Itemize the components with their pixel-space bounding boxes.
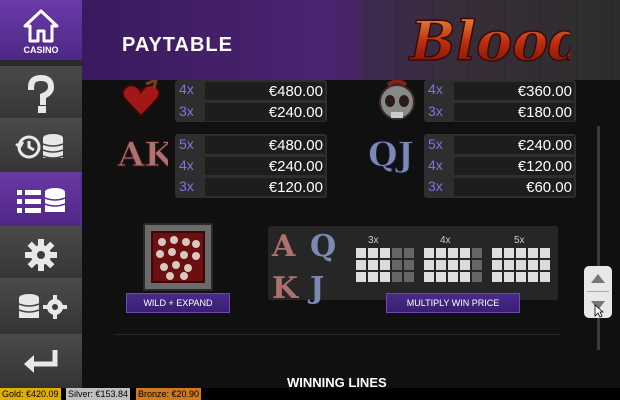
payout-amount: €480.00 [268, 137, 323, 154]
payout-amount: €240.00 [517, 137, 572, 154]
back-arrow-icon [24, 350, 58, 373]
wild-coffin-symbol-icon [143, 223, 213, 291]
payout-amount: €120.00 [268, 179, 323, 196]
multiply-win-price-label: MULTIPLY WIN PRICE [386, 293, 520, 313]
casino-label: CASINO [23, 45, 59, 55]
settings-button[interactable] [0, 226, 82, 285]
payout-amount: €240.00 [268, 158, 323, 175]
multiplier-label: 3x [428, 178, 443, 194]
letter-j: J [307, 271, 324, 304]
mouse-cursor-icon [594, 304, 604, 318]
aqkj-symbols-icon: A Q K J [271, 229, 336, 304]
multiplier-label: 5x [179, 136, 194, 152]
coins-gear-icon [18, 294, 67, 319]
heart-symbol-icon [121, 80, 161, 118]
grid-label-4x: 4x [440, 235, 451, 246]
grid-label-5x: 5x [514, 235, 525, 246]
qj-letters: QJ [368, 135, 414, 175]
paytable-list-icon [17, 188, 66, 213]
line-grid-3x [356, 248, 414, 282]
section-divider [115, 334, 560, 335]
history-button[interactable] [0, 118, 82, 177]
help-button[interactable] [0, 66, 82, 125]
gear-icon [25, 239, 57, 271]
grid-label-3x: 3x [368, 235, 379, 246]
payout-amount: €60.00 [526, 179, 572, 196]
payout-amount: €480.00 [268, 83, 323, 100]
line-grid-5x [492, 248, 550, 282]
bronze-jackpot: Bronze: €20.90 [136, 388, 202, 400]
back-button[interactable] [0, 334, 82, 389]
gold-jackpot: Gold: €420.09 [0, 388, 61, 400]
multiplier-label: 4x [428, 157, 443, 173]
multiplier-label: 4x [179, 81, 194, 97]
page-title: PAYTABLE [122, 34, 233, 56]
payout-amount: €360.00 [517, 83, 572, 100]
blood-logo: Blood [407, 8, 570, 74]
payout-amount: €120.00 [517, 158, 572, 175]
ak-symbol-icon: AK [117, 135, 169, 176]
scroll-up-icon[interactable] [590, 272, 606, 284]
multiplier-label: 5x [428, 136, 443, 152]
payout-amount: €240.00 [268, 104, 323, 121]
history-coins-icon [15, 134, 64, 159]
multiplier-label: 3x [179, 178, 194, 194]
multiplier-label: 3x [428, 103, 443, 119]
silver-jackpot: Silver: €153.84 [66, 388, 131, 400]
payout-amount: €180.00 [517, 104, 572, 121]
home-icon [23, 9, 59, 43]
wild-expand-label: WILD + EXPAND [126, 293, 230, 313]
qj-symbol-icon: QJ [368, 135, 415, 176]
multiplier-label: 4x [179, 157, 194, 173]
question-mark-icon [27, 75, 55, 113]
paytable-button[interactable] [0, 172, 82, 231]
skull-symbol-icon [379, 80, 415, 120]
multiplier-label: 4x [428, 81, 443, 97]
letter-q: Q [310, 229, 336, 264]
line-grid-4x [424, 248, 482, 282]
letter-a: A [271, 229, 296, 264]
ak-letters: AK [117, 135, 168, 175]
jackpot-status-bar: Gold: €420.09 Silver: €153.84 Bronze: €2… [0, 388, 620, 400]
letter-k: K [272, 271, 299, 304]
scroll-button-divider [587, 291, 609, 292]
bet-settings-button[interactable] [0, 278, 82, 337]
multiplier-label: 3x [179, 103, 194, 119]
logo-text: Blood [408, 9, 570, 73]
